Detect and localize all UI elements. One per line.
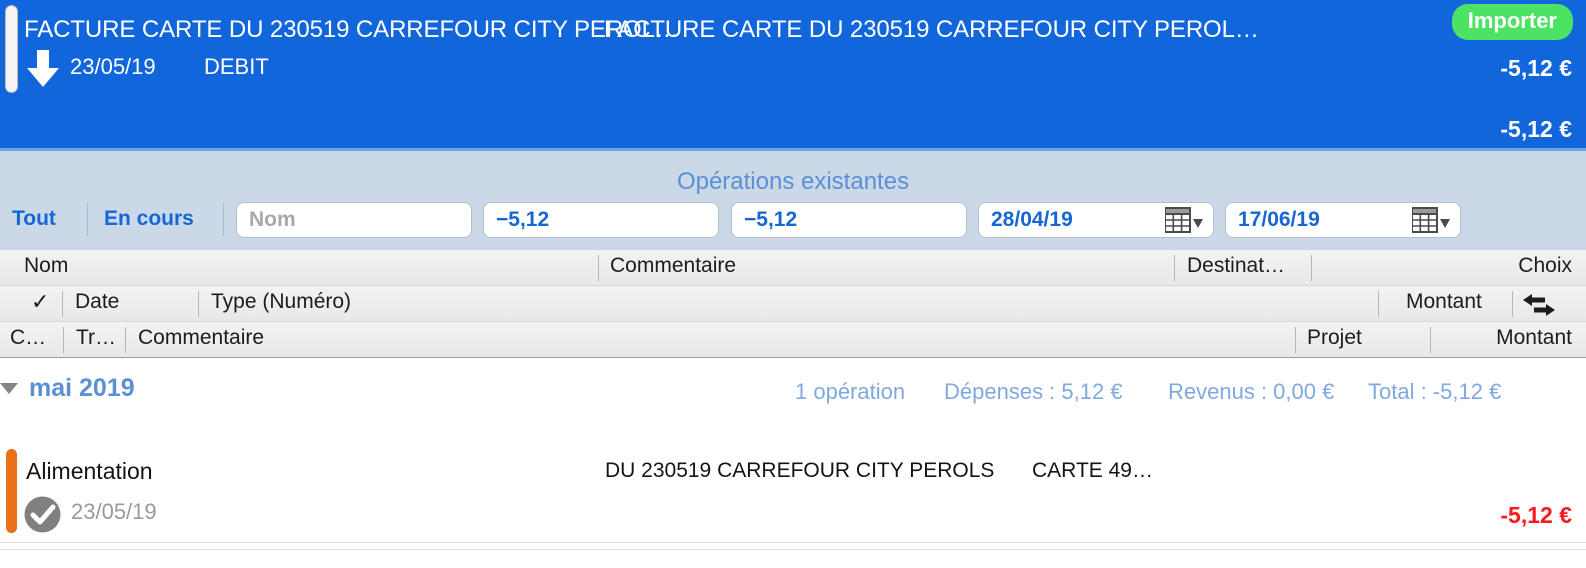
filter-amount-min-input[interactable] bbox=[483, 202, 719, 238]
filter-tab-en-cours[interactable]: En cours bbox=[104, 207, 194, 231]
column-header-choix[interactable]: Choix bbox=[1518, 254, 1572, 278]
section-title: Opérations existantes bbox=[676, 168, 910, 195]
column-separator[interactable] bbox=[198, 291, 199, 317]
drag-handle-icon[interactable] bbox=[5, 5, 18, 93]
month-group-row: mai 2019 1 opération Dépenses : 5,12 € R… bbox=[0, 359, 1586, 433]
calendar-icon[interactable] bbox=[1164, 207, 1205, 233]
column-header-date[interactable]: Date bbox=[75, 290, 119, 314]
transaction-comment: DU 230519 CARREFOUR CITY PEROLS bbox=[605, 459, 995, 482]
import-date: 23/05/19 bbox=[70, 54, 156, 79]
column-header-c[interactable]: C… bbox=[10, 326, 46, 350]
month-total: Total : -5,12 € bbox=[1368, 379, 1502, 404]
transaction-import-window: FACTURE CARTE DU 230519 CARREFOUR CITY P… bbox=[0, 0, 1586, 568]
bottom-divider bbox=[0, 549, 1586, 550]
import-button[interactable]: Importer bbox=[1451, 4, 1573, 40]
category-color-bar bbox=[6, 449, 17, 533]
column-separator[interactable] bbox=[598, 255, 599, 281]
filter-tab-tout[interactable]: Tout bbox=[12, 207, 56, 231]
column-header-row-3: C… Tr… Commentaire Projet Montant bbox=[0, 322, 1586, 358]
transaction-amount: -5,12 € bbox=[1500, 502, 1572, 528]
calendar-icon[interactable] bbox=[1411, 207, 1452, 233]
filter-divider-1 bbox=[87, 203, 88, 236]
import-row-amount: -5,12 € bbox=[1500, 55, 1572, 81]
column-separator[interactable] bbox=[125, 327, 126, 353]
import-title-right: FACTURE CARTE DU 230519 CARREFOUR CITY P… bbox=[604, 16, 1259, 43]
column-header-commentaire[interactable]: Commentaire bbox=[138, 326, 264, 350]
download-arrow-icon bbox=[27, 50, 59, 87]
column-separator[interactable] bbox=[63, 327, 64, 353]
column-header-nom[interactable]: Nom bbox=[24, 254, 68, 278]
month-revenues: Revenus : 0,00 € bbox=[1168, 379, 1335, 404]
disclosure-triangle-down-icon[interactable] bbox=[0, 383, 18, 394]
import-total-amount: -5,12 € bbox=[1500, 116, 1572, 142]
column-separator[interactable] bbox=[1174, 255, 1175, 281]
column-header-montant[interactable]: Montant bbox=[1496, 326, 1572, 350]
checkmark-circle-icon[interactable] bbox=[24, 496, 61, 533]
checkmark-icon[interactable]: ✓ bbox=[31, 289, 49, 315]
column-separator[interactable] bbox=[62, 291, 63, 317]
filter-divider-2 bbox=[223, 203, 224, 236]
import-header: FACTURE CARTE DU 230519 CARREFOUR CITY P… bbox=[0, 0, 1586, 148]
month-operations-count: 1 opération bbox=[795, 379, 906, 404]
month-group-label[interactable]: mai 2019 bbox=[29, 374, 135, 403]
transaction-date: 23/05/19 bbox=[71, 499, 157, 524]
column-header-montant[interactable]: Montant bbox=[1406, 290, 1482, 314]
import-title-left: FACTURE CARTE DU 230519 CARREFOUR CITY P… bbox=[24, 16, 679, 43]
transaction-category: Alimentation bbox=[26, 458, 153, 484]
column-separator[interactable] bbox=[1378, 291, 1379, 317]
column-header-commentaire[interactable]: Commentaire bbox=[610, 254, 736, 278]
filter-amount-max-input[interactable] bbox=[731, 202, 967, 238]
import-type: DEBIT bbox=[204, 54, 269, 79]
filter-name-input[interactable] bbox=[236, 202, 472, 238]
column-separator[interactable] bbox=[1295, 327, 1296, 353]
sort-left-right-icon[interactable] bbox=[1523, 294, 1555, 316]
column-header-type[interactable]: Type (Numéro) bbox=[211, 290, 351, 314]
column-header-destinataire[interactable]: Destinat… bbox=[1187, 254, 1285, 278]
month-expenses: Dépenses : 5,12 € bbox=[944, 379, 1123, 404]
column-separator[interactable] bbox=[1430, 327, 1431, 353]
column-header-tr[interactable]: Tr… bbox=[76, 326, 116, 350]
column-header-projet[interactable]: Projet bbox=[1307, 326, 1362, 350]
filter-bar: Opérations existantes Tout En cours bbox=[0, 148, 1586, 250]
column-header-row-1: Nom Commentaire Destinat… Choix bbox=[0, 250, 1586, 286]
transaction-comment-extra: CARTE 49… bbox=[1032, 459, 1153, 482]
column-separator[interactable] bbox=[1311, 255, 1312, 281]
column-header-row-2: ✓ Date Type (Numéro) Montant bbox=[0, 286, 1586, 322]
column-separator[interactable] bbox=[1512, 291, 1513, 317]
table-row[interactable]: Alimentation 23/05/19 DU 230519 CARREFOU… bbox=[0, 443, 1586, 543]
